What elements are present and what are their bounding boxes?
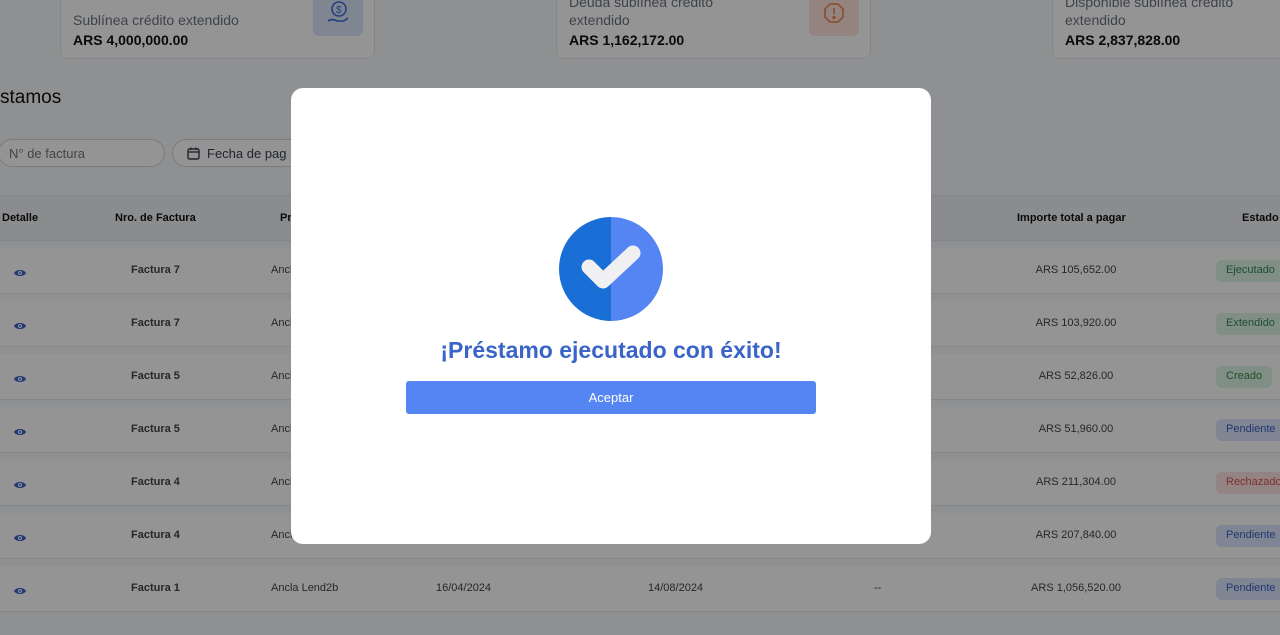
check-circle-icon bbox=[559, 217, 663, 326]
success-modal: ¡Préstamo ejecutado con éxito! Aceptar bbox=[291, 88, 931, 544]
modal-title: ¡Préstamo ejecutado con éxito! bbox=[440, 337, 782, 363]
accept-button[interactable]: Aceptar bbox=[406, 381, 816, 414]
